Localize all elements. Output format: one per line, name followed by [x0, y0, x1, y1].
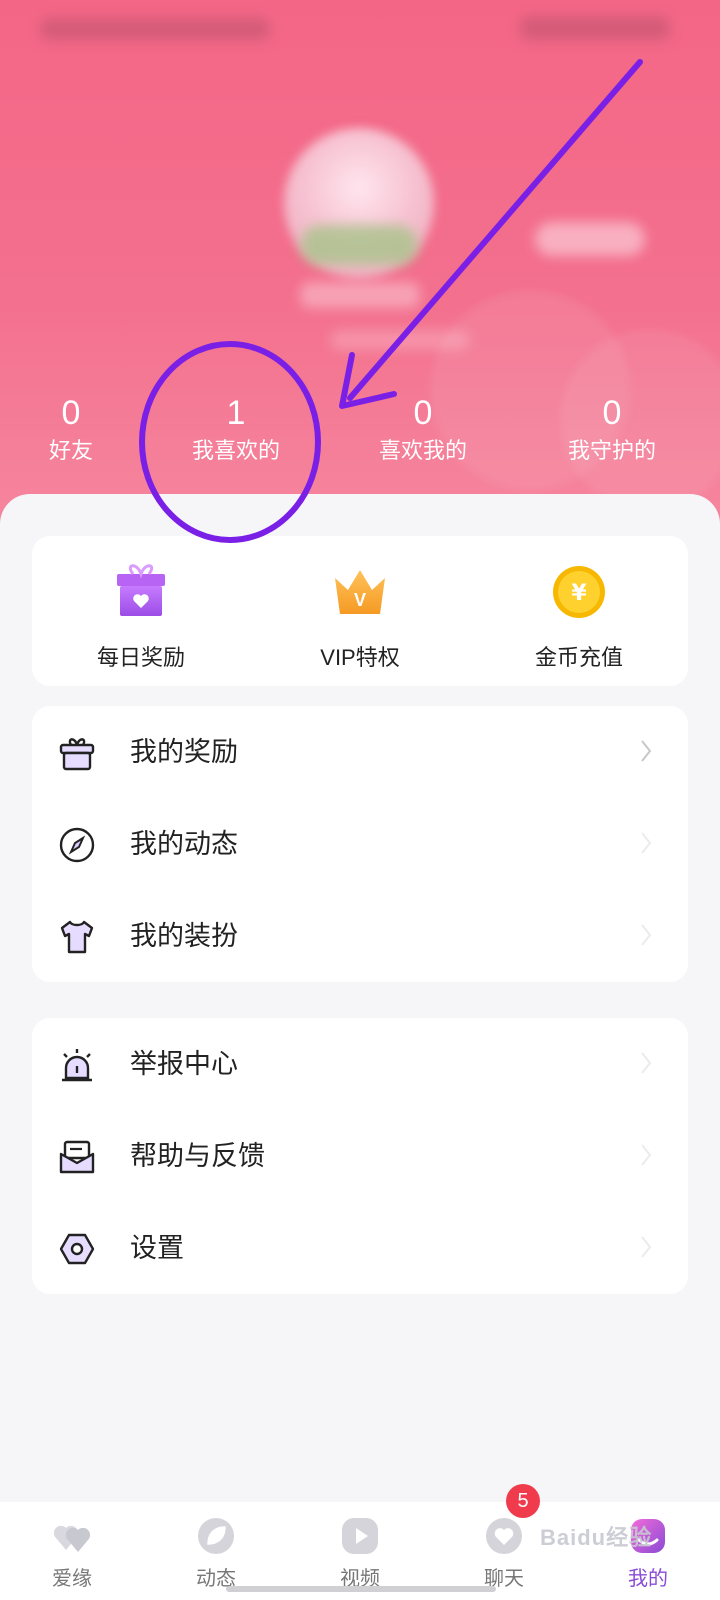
- menu-item-label: 我的装扮: [130, 921, 238, 951]
- user-info: [330, 330, 470, 350]
- stat-value: 1: [226, 394, 246, 432]
- menu-group-support: 举报中心 帮助与反馈 设置: [32, 1018, 688, 1294]
- svg-text:¥: ¥: [571, 581, 587, 606]
- compass-icon: [59, 827, 95, 863]
- stat-value: 0: [61, 394, 81, 432]
- avatar-frame: [300, 225, 418, 265]
- menu-item-label: 我的奖励: [130, 737, 238, 767]
- stat-i-guard[interactable]: 0 我守护的: [537, 390, 687, 466]
- stats-row: 0 好友 1 我喜欢的 0 喜欢我的 0 我守护的: [0, 390, 720, 480]
- quick-action-label: 每日奖励: [96, 645, 185, 670]
- stat-value: 0: [602, 394, 622, 432]
- tab-label: 我的: [628, 1568, 668, 1590]
- menu-item-report-center[interactable]: 举报中心: [32, 1018, 688, 1110]
- profile-tag[interactable]: [535, 222, 645, 256]
- menu-item-label: 我的动态: [130, 829, 238, 859]
- menu-item-settings[interactable]: 设置: [32, 1202, 688, 1294]
- chevron-right-icon: [641, 1144, 652, 1166]
- home-indicator[interactable]: [226, 1586, 496, 1592]
- menu-item-my-outfit[interactable]: 我的装扮: [32, 890, 688, 982]
- hearts-icon: [53, 1525, 91, 1552]
- quick-action-label: VIP特权: [320, 645, 400, 670]
- gift-icon: [59, 738, 95, 771]
- play-icon: [342, 1518, 378, 1554]
- chevron-right-icon: [641, 832, 652, 854]
- quick-action-label: 金币充值: [534, 645, 623, 670]
- menu-item-label: 设置: [130, 1233, 184, 1263]
- tab-label: 爱缘: [52, 1568, 92, 1590]
- coin-recharge-button[interactable]: ¥ 金币充值: [470, 536, 688, 686]
- status-bar-right: [520, 16, 670, 40]
- mail-icon: [59, 1140, 95, 1174]
- tshirt-icon: [60, 920, 94, 954]
- stat-label: 喜欢我的: [378, 438, 467, 463]
- tab-aiyuan[interactable]: 爱缘: [0, 1502, 144, 1600]
- menu-item-label: 举报中心: [130, 1049, 238, 1079]
- settings-icon: [59, 1233, 95, 1265]
- chevron-right-icon: [641, 924, 652, 946]
- crown-icon: V: [335, 570, 385, 614]
- stat-friends[interactable]: 0 好友: [0, 390, 146, 466]
- stat-label: 我守护的: [567, 438, 656, 463]
- chevron-right-icon: [641, 1052, 652, 1074]
- stat-value: 0: [413, 394, 433, 432]
- quick-actions-card: 每日奖励 V VIP特权 ¥ 金币充值: [32, 536, 688, 686]
- user-name: [300, 282, 420, 308]
- menu-item-my-posts[interactable]: 我的动态: [32, 798, 688, 890]
- menu-item-help-feedback[interactable]: 帮助与反馈: [32, 1110, 688, 1202]
- alarm-icon: [62, 1049, 92, 1082]
- stat-i-like[interactable]: 1 我喜欢的: [161, 390, 311, 466]
- chat-heart-icon: [486, 1518, 522, 1554]
- gold-coin-icon: ¥: [553, 566, 605, 618]
- stat-label: 我喜欢的: [191, 438, 280, 463]
- vip-privilege-button[interactable]: V VIP特权: [251, 536, 469, 686]
- status-bar-left: [40, 18, 270, 40]
- menu-item-label: 帮助与反馈: [130, 1141, 265, 1171]
- watermark: Baidu经验: [540, 1525, 653, 1550]
- menu-item-my-rewards[interactable]: 我的奖励: [32, 706, 688, 798]
- chat-unread-badge: 5: [506, 1484, 540, 1518]
- profile-header: 0 好友 1 我喜欢的 0 喜欢我的 0 我守护的: [0, 0, 720, 540]
- leaf-icon: [198, 1518, 234, 1554]
- chevron-right-icon: [641, 740, 652, 762]
- menu-group-personal: 我的奖励 我的动态 我的装扮: [32, 706, 688, 982]
- gift-box-icon: [117, 564, 165, 616]
- chevron-right-icon: [641, 1236, 652, 1258]
- stat-likes-me[interactable]: 0 喜欢我的: [348, 390, 498, 466]
- svg-text:V: V: [354, 590, 366, 610]
- stat-label: 好友: [48, 438, 93, 463]
- daily-reward-button[interactable]: 每日奖励: [32, 536, 250, 686]
